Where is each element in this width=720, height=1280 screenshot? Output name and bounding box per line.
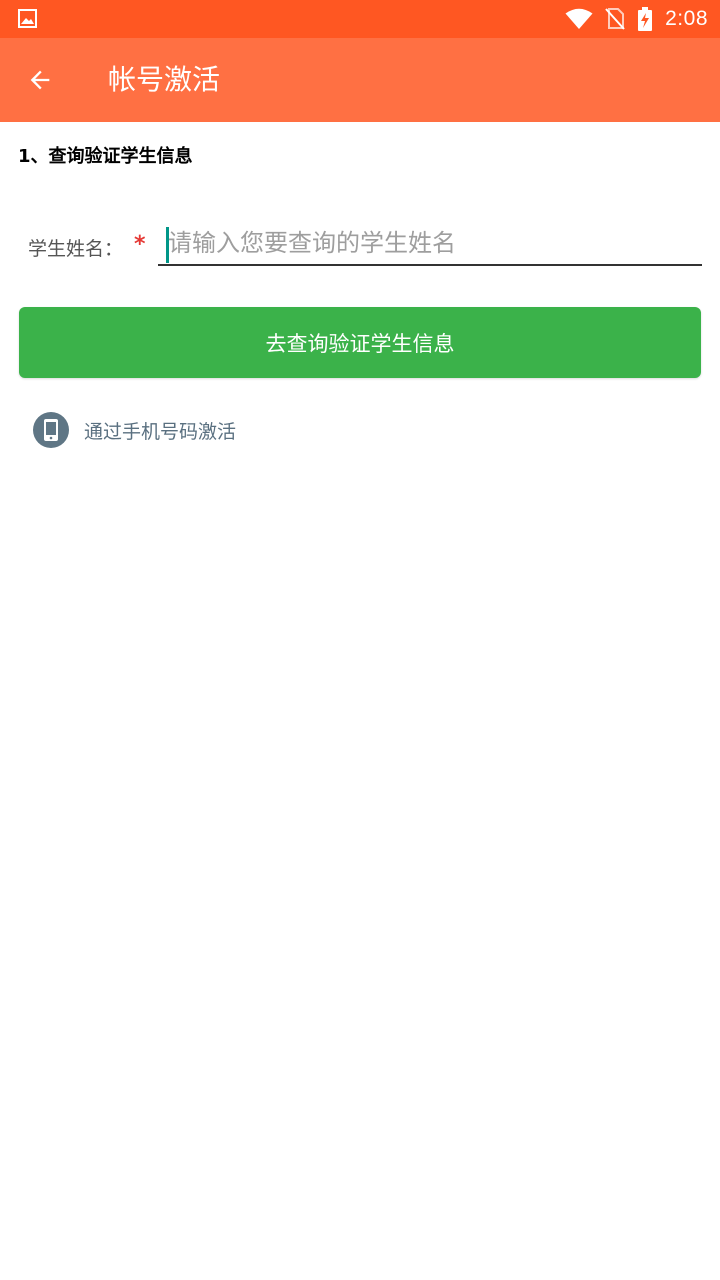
status-bar: 2:08 — [0, 0, 720, 38]
activate-by-phone-link[interactable]: 通过手机号码激活 — [33, 412, 236, 448]
section-title: 1、查询验证学生信息 — [18, 146, 193, 167]
activate-by-phone-label: 通过手机号码激活 — [84, 420, 237, 443]
query-verify-button[interactable]: 去查询验证学生信息 — [19, 307, 701, 378]
image-notification-icon — [18, 9, 37, 28]
wifi-icon — [565, 8, 593, 29]
no-sim-icon — [605, 8, 625, 30]
status-time: 2:08 — [665, 7, 708, 30]
text-caret — [166, 227, 169, 263]
student-name-row: 学生姓名： * — [28, 222, 702, 270]
status-icons: 2:08 — [565, 0, 708, 38]
arrow-back-icon — [30, 70, 50, 90]
page-title: 帐号激活 — [108, 63, 221, 96]
student-name-input[interactable] — [158, 222, 702, 266]
app-bar: 帐号激活 — [0, 38, 720, 122]
student-name-label: 学生姓名： — [28, 238, 124, 260]
required-mark: * — [134, 232, 146, 257]
screen: 2:08 帐号激活 1、查询验证学生信息 学生姓名： * 去查询验证学生信息 通… — [0, 0, 720, 1280]
smartphone-glyph — [44, 419, 58, 441]
smartphone-icon — [33, 412, 69, 448]
battery-charging-icon — [638, 7, 653, 31]
back-button[interactable] — [18, 58, 62, 102]
